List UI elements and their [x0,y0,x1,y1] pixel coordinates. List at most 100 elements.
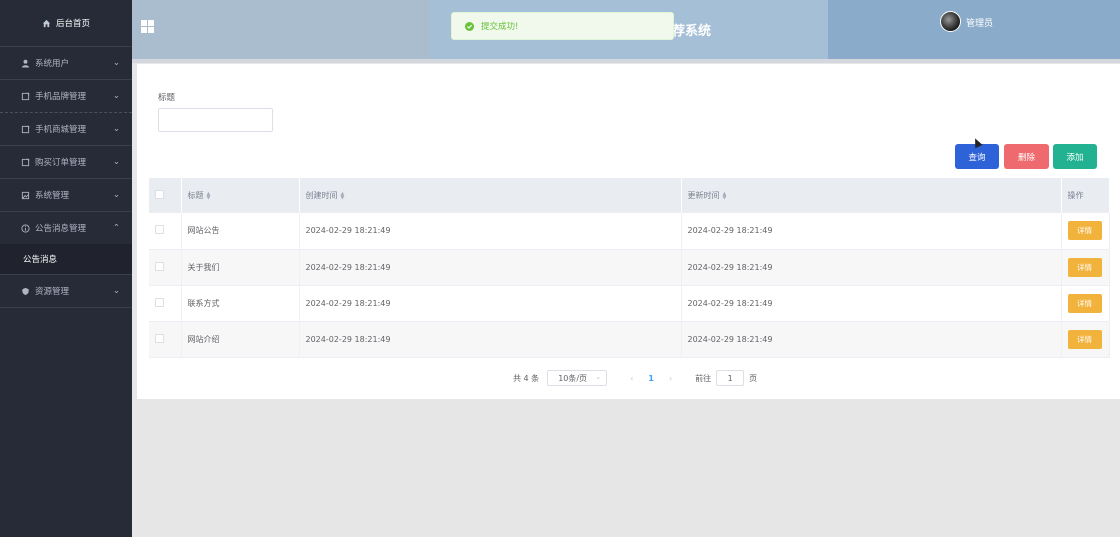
sidebar-item-label: 系统用户 [35,59,70,69]
page-unit-label: 页 [749,373,758,383]
admin-username[interactable]: 管理员 [966,16,993,29]
table-row: 联系方式 2024-02-29 18:21:49 2024-02-29 18:2… [149,285,1110,322]
image-icon [20,190,30,200]
column-header-created[interactable]: 创建时间 ▲ ▼ [299,178,682,213]
row-checkbox[interactable] [155,261,164,271]
row-select-cell [149,321,182,358]
query-button[interactable]: 查询 [955,144,999,169]
row-checkbox[interactable] [155,225,164,235]
prev-page-icon[interactable]: ‹ [630,374,633,383]
detail-button[interactable]: 详情 [1067,257,1102,277]
column-updated-label: 更新时间 [687,191,720,200]
row-updated: 2024-02-29 18:21:49 [681,213,1062,250]
column-title-label: 标题 [187,191,204,200]
sidebar-item-brand[interactable]: 手机品牌管理 ⌄ [0,79,132,112]
sidebar-item-orders[interactable]: 购买订单管理 ⌄ [0,145,132,178]
shield-icon [20,286,30,296]
row-updated: 2024-02-29 18:21:49 [681,285,1062,322]
sort-icon[interactable]: ▲ ▼ [341,191,345,200]
column-header-updated[interactable]: 更新时间 ▲ ▼ [681,178,1062,213]
sidebar-item-mall[interactable]: 手机商城管理 ⌄ [0,112,132,145]
column-header-title[interactable]: 标题 ▲ ▼ [181,178,300,213]
chevron-down-icon: ⌄ [112,286,120,296]
document-icon [20,157,30,167]
avatar[interactable] [940,11,961,32]
info-icon [20,223,30,233]
row-checkbox[interactable] [155,297,164,307]
pagination-total: 共 4 条 [513,373,540,383]
delete-button[interactable]: 删除 [1004,144,1049,169]
chevron-down-icon: ⌄ [595,373,602,381]
sidebar-item-resources[interactable]: 资源管理 ⌄ [0,274,132,307]
goto-page-input[interactable]: 1 [716,370,745,386]
search-title-input[interactable] [158,108,273,132]
home-icon [42,19,51,27]
row-created: 2024-02-29 18:21:49 [299,321,682,358]
row-title: 网站介绍 [181,321,300,358]
row-created: 2024-02-29 18:21:49 [299,285,682,322]
chevron-down-icon: ⌄ [112,124,120,134]
sidebar-home-label: 后台首页 [55,19,90,29]
goto-label: 前往 [695,373,712,383]
sidebar: 后台首页 系统用户 ⌄ 手机品牌管理 ⌄ 手机商城管理 ⌄ 购买订单管理 ⌄ 系… [0,0,132,537]
column-header-action: 操作 [1061,178,1110,213]
divider [0,307,132,308]
sidebar-item-label: 手机品牌管理 [35,92,87,102]
sort-icon[interactable]: ▲ ▼ [207,191,211,200]
table-row: 关于我们 2024-02-29 18:21:49 2024-02-29 18:2… [149,249,1110,286]
row-select-cell [149,285,182,322]
sort-icon[interactable]: ▲ ▼ [723,191,727,200]
sidebar-subitem-label: 公告消息 [23,255,58,265]
select-all-checkbox[interactable] [155,190,164,199]
menu-toggle-icon[interactable] [141,20,154,33]
detail-button[interactable]: 详情 [1067,329,1102,349]
chevron-down-icon: ⌄ [112,157,120,167]
row-title: 联系方式 [181,285,300,322]
next-page-icon[interactable]: › [669,374,672,383]
header-right-panel [828,0,1120,59]
sidebar-item-label: 公告消息管理 [35,224,87,234]
toast-message: 提交成功! [481,22,519,32]
document-icon [20,91,30,101]
detail-button[interactable]: 详情 [1067,221,1102,241]
page-size-value: 10条/页 [558,373,588,383]
sidebar-subitem-notice-messages[interactable]: 公告消息 [0,244,132,274]
select-all-cell [149,178,182,213]
sidebar-home[interactable]: 后台首页 [0,0,132,46]
sidebar-item-notice[interactable]: 公告消息管理 ⌃ [0,211,132,244]
row-title: 网站公告 [181,213,300,250]
add-button[interactable]: 添加 [1053,144,1097,169]
table-row: 网站介绍 2024-02-29 18:21:49 2024-02-29 18:2… [149,321,1110,358]
check-circle-icon [465,21,474,31]
sidebar-item-system[interactable]: 系统管理 ⌄ [0,178,132,211]
system-title: 荐系统 [672,24,712,39]
row-select-cell [149,213,182,250]
pagination: 共 4 条 10条/页 ⌄ ‹ 1 › 前往 1 页 [513,370,757,386]
table-row: 网站公告 2024-02-29 18:21:49 2024-02-29 18:2… [149,213,1110,250]
row-title: 关于我们 [181,249,300,286]
column-created-label: 创建时间 [305,191,338,200]
row-action-cell: 详情 [1061,321,1110,358]
detail-button[interactable]: 详情 [1067,293,1102,313]
content-card: 标题 查询 删除 添加 标题 ▲ ▼ 创建时间 ▲ ▼ 更新时间 ▲ ▼ 操作 网站公告 2… [137,64,1120,399]
row-updated: 2024-02-29 18:21:49 [681,249,1062,286]
row-created: 2024-02-29 18:21:49 [299,213,682,250]
row-created: 2024-02-29 18:21:49 [299,249,682,286]
sidebar-item-users[interactable]: 系统用户 ⌄ [0,46,132,79]
row-action-cell: 详情 [1061,213,1110,250]
row-select-cell [149,249,182,286]
sidebar-item-label: 手机商城管理 [35,125,87,135]
row-checkbox[interactable] [155,333,164,343]
chevron-down-icon: ⌄ [112,91,120,101]
page-number-current[interactable]: 1 [648,374,654,383]
row-action-cell: 详情 [1061,249,1110,286]
user-icon [20,58,30,68]
sidebar-item-label: 资源管理 [35,287,70,297]
header-divider [132,59,1120,63]
row-action-cell: 详情 [1061,285,1110,322]
document-icon [20,124,30,134]
page-size-select[interactable]: 10条/页 ⌄ [547,370,608,386]
row-updated: 2024-02-29 18:21:49 [681,321,1062,358]
sidebar-item-label: 购买订单管理 [35,158,87,168]
search-title-label: 标题 [158,93,176,103]
